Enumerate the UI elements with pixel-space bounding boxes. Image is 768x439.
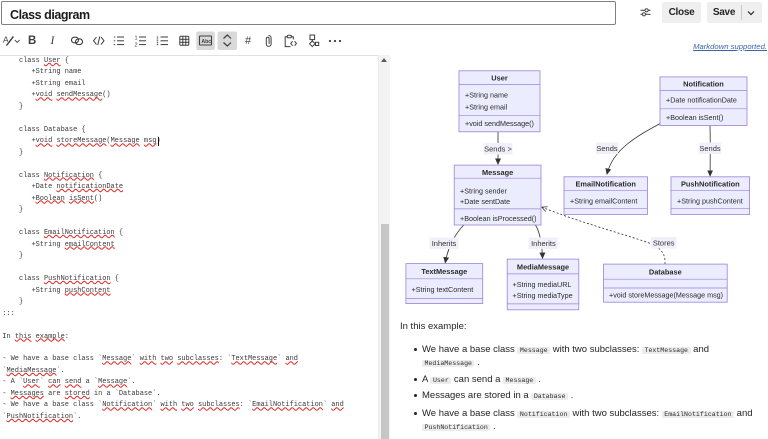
svg-text:Sends: Sends: [699, 144, 721, 153]
svg-text:B: B: [28, 35, 36, 47]
svg-text:Message: Message: [482, 168, 513, 177]
svg-text:TextMessage: TextMessage: [421, 267, 467, 276]
svg-text:+String mediaURL: +String mediaURL: [513, 280, 572, 289]
svg-text:Inherits: Inherits: [531, 239, 556, 248]
svg-text:Sends >: Sends >: [484, 145, 512, 154]
svg-text:+Date sentDate: +Date sentDate: [460, 197, 510, 206]
svg-text:Inherits: Inherits: [432, 239, 457, 248]
svg-text:Abc: Abc: [201, 39, 211, 45]
svg-text:+String sender: +String sender: [460, 186, 508, 195]
svg-text:2: 2: [135, 43, 138, 49]
svg-text:Stores: Stores: [653, 239, 675, 248]
svg-text:+void sendMessage(): +void sendMessage(): [465, 119, 534, 128]
svg-text:+Boolean isProcessed(): +Boolean isProcessed(): [460, 214, 537, 223]
svg-text:Notification: Notification: [683, 80, 724, 89]
svg-text:User: User: [491, 74, 508, 83]
svg-text:#: #: [245, 35, 252, 47]
svg-text:+String mediaType: +String mediaType: [513, 291, 573, 300]
svg-text:+Date notificationDate: +Date notificationDate: [666, 96, 737, 105]
svg-text:Database: Database: [649, 268, 682, 277]
svg-text:+String email: +String email: [465, 102, 508, 111]
svg-text:+String pushContent: +String pushContent: [677, 197, 743, 206]
svg-text:I: I: [50, 35, 56, 47]
svg-text:+String textContent: +String textContent: [412, 285, 474, 294]
svg-text:Sends: Sends: [596, 144, 618, 153]
svg-text:1: 1: [135, 36, 138, 42]
svg-text:MediaMessage: MediaMessage: [517, 263, 569, 272]
svg-text:+String name: +String name: [465, 91, 508, 100]
svg-text:+Boolean isSent(): +Boolean isSent(): [666, 113, 723, 122]
svg-text:+void storeMessage(Message msg: +void storeMessage(Message msg): [609, 291, 723, 300]
svg-text:EmailNotification: EmailNotification: [576, 180, 637, 189]
svg-text:+String emailContent: +String emailContent: [570, 197, 637, 206]
svg-text:PushNotification: PushNotification: [681, 180, 740, 189]
